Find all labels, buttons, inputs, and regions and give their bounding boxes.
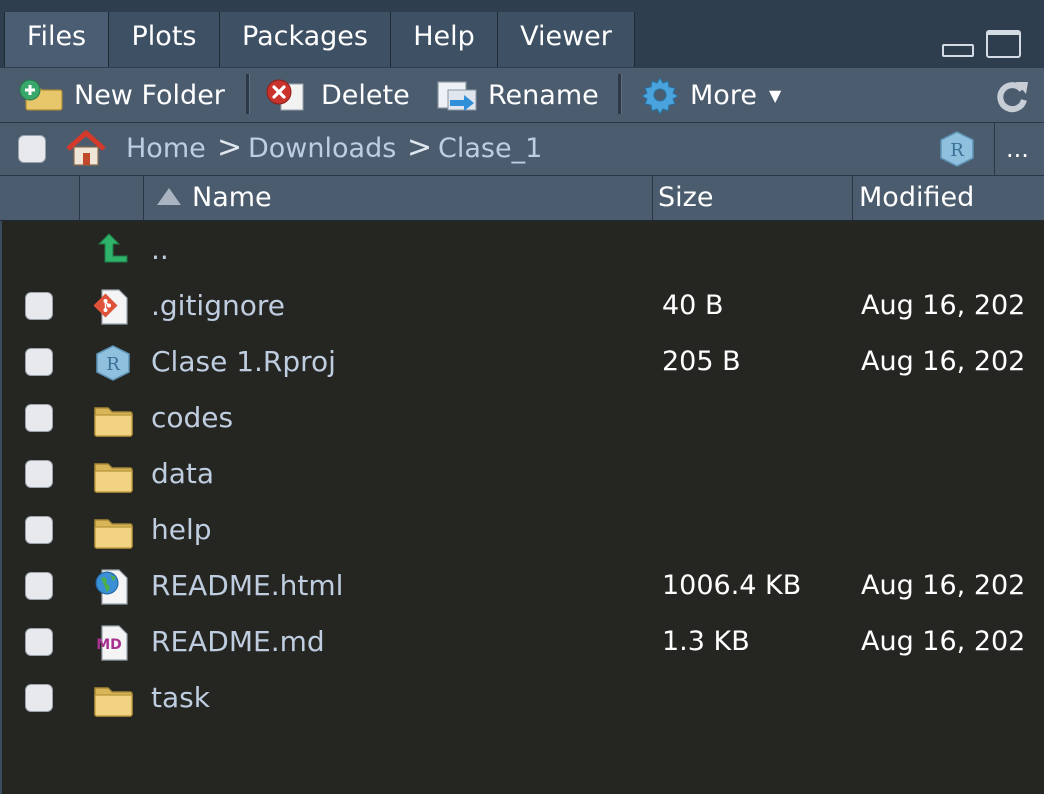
- file-modified: Aug 16, 202: [861, 290, 1026, 321]
- more-label: More: [690, 79, 757, 111]
- maximize-pane-icon[interactable]: [986, 30, 1021, 58]
- file-row: README.html 1006.4 KB Aug 16, 202: [0, 558, 1044, 614]
- row-checkbox[interactable]: [25, 572, 53, 600]
- folder-row: codes: [0, 390, 1044, 446]
- gear-icon: [641, 77, 679, 115]
- column-header-size[interactable]: Size: [658, 176, 713, 220]
- row-checkbox[interactable]: [25, 404, 53, 432]
- column-header-name[interactable]: Name: [192, 176, 272, 220]
- folder-icon: [93, 400, 133, 438]
- go-to-directory-button[interactable]: ...: [1006, 123, 1029, 175]
- rename-button[interactable]: Rename: [436, 68, 599, 122]
- toolbar-separator: [246, 74, 250, 114]
- go-to-project-dir-icon[interactable]: [937, 129, 977, 169]
- file-row: .gitignore 40 B Aug 16, 202: [0, 278, 1044, 334]
- pane-tab-bar: Files Plots Packages Help Viewer: [0, 0, 1044, 69]
- file-name-link[interactable]: README.md: [151, 614, 325, 670]
- breadcrumb-downloads[interactable]: Downloads: [248, 123, 396, 175]
- tab-packages[interactable]: Packages: [220, 12, 391, 67]
- file-modified: Aug 16, 202: [861, 346, 1026, 377]
- folder-icon: [93, 680, 133, 718]
- folder-row: task: [0, 670, 1044, 726]
- row-checkbox[interactable]: [25, 516, 53, 544]
- breadcrumb-separator: >: [217, 130, 243, 165]
- path-divider: [994, 123, 995, 175]
- tab-plots[interactable]: Plots: [109, 12, 220, 67]
- breadcrumb-bar: Home > Downloads > Clase_1 ...: [0, 123, 1044, 176]
- row-checkbox[interactable]: [25, 460, 53, 488]
- file-name-link[interactable]: README.html: [151, 558, 343, 614]
- tab-files[interactable]: Files: [4, 12, 109, 67]
- git-file-icon: [93, 289, 128, 325]
- file-size: 40 B: [662, 290, 724, 321]
- file-modified: Aug 16, 202: [861, 570, 1026, 601]
- go-up-icon: [97, 233, 128, 263]
- html-file-icon: [95, 569, 128, 605]
- file-list-header: Name Size Modified: [0, 176, 1044, 221]
- file-name-link[interactable]: .gitignore: [151, 278, 285, 334]
- new-folder-button[interactable]: New Folder: [18, 68, 225, 122]
- breadcrumb-home[interactable]: Home: [126, 123, 206, 175]
- rename-icon: [437, 81, 477, 111]
- column-divider: [79, 176, 80, 220]
- file-size: 1.3 KB: [662, 626, 750, 657]
- breadcrumb-separator: >: [407, 130, 433, 165]
- chevron-down-icon: ▼: [768, 85, 782, 105]
- folder-name-link[interactable]: help: [151, 502, 212, 558]
- row-checkbox[interactable]: [25, 628, 53, 656]
- folder-name-link[interactable]: codes: [151, 390, 233, 446]
- new-folder-icon: [19, 79, 63, 111]
- files-toolbar: New Folder Delete Rename More ▼: [0, 68, 1044, 123]
- file-size: 205 B: [662, 346, 741, 377]
- sort-ascending-icon: [157, 188, 181, 205]
- folder-icon: [93, 456, 133, 494]
- toolbar-separator: [618, 74, 622, 114]
- minimize-pane-icon[interactable]: [942, 44, 974, 57]
- column-divider: [143, 176, 144, 220]
- file-row: Clase 1.Rproj 205 B Aug 16, 202: [0, 334, 1044, 390]
- more-menu-button[interactable]: More ▼: [640, 68, 781, 122]
- folder-row: data: [0, 446, 1044, 502]
- folder-name-link[interactable]: data: [151, 446, 214, 502]
- file-row: MD README.md 1.3 KB Aug 16, 202: [0, 614, 1044, 670]
- home-icon[interactable]: [64, 129, 108, 167]
- delete-icon: [266, 79, 304, 111]
- parent-directory-link[interactable]: ..: [151, 222, 169, 278]
- file-modified: Aug 16, 202: [861, 626, 1026, 657]
- new-folder-label: New Folder: [74, 79, 225, 111]
- column-divider: [652, 176, 653, 220]
- file-name-link[interactable]: Clase 1.Rproj: [151, 334, 336, 390]
- svg-text:MD: MD: [96, 637, 122, 653]
- row-checkbox[interactable]: [25, 348, 53, 376]
- refresh-icon[interactable]: [994, 78, 1030, 114]
- folder-name-link[interactable]: task: [151, 670, 210, 726]
- rename-label: Rename: [488, 79, 599, 111]
- delete-label: Delete: [321, 79, 410, 111]
- row-checkbox[interactable]: [25, 292, 53, 320]
- folder-icon: [93, 512, 133, 550]
- row-checkbox[interactable]: [25, 684, 53, 712]
- delete-button[interactable]: Delete: [265, 68, 410, 122]
- file-size: 1006.4 KB: [662, 570, 802, 601]
- parent-directory-row[interactable]: ..: [0, 222, 1044, 278]
- markdown-file-icon: MD: [96, 625, 128, 661]
- tab-viewer[interactable]: Viewer: [498, 12, 635, 67]
- tab-help[interactable]: Help: [391, 12, 498, 67]
- breadcrumb-clase-1[interactable]: Clase_1: [438, 123, 542, 175]
- column-header-modified[interactable]: Modified: [859, 176, 974, 220]
- select-all-checkbox[interactable]: [18, 135, 46, 163]
- column-divider: [852, 176, 853, 220]
- rproj-icon: [93, 344, 133, 382]
- folder-row: help: [0, 502, 1044, 558]
